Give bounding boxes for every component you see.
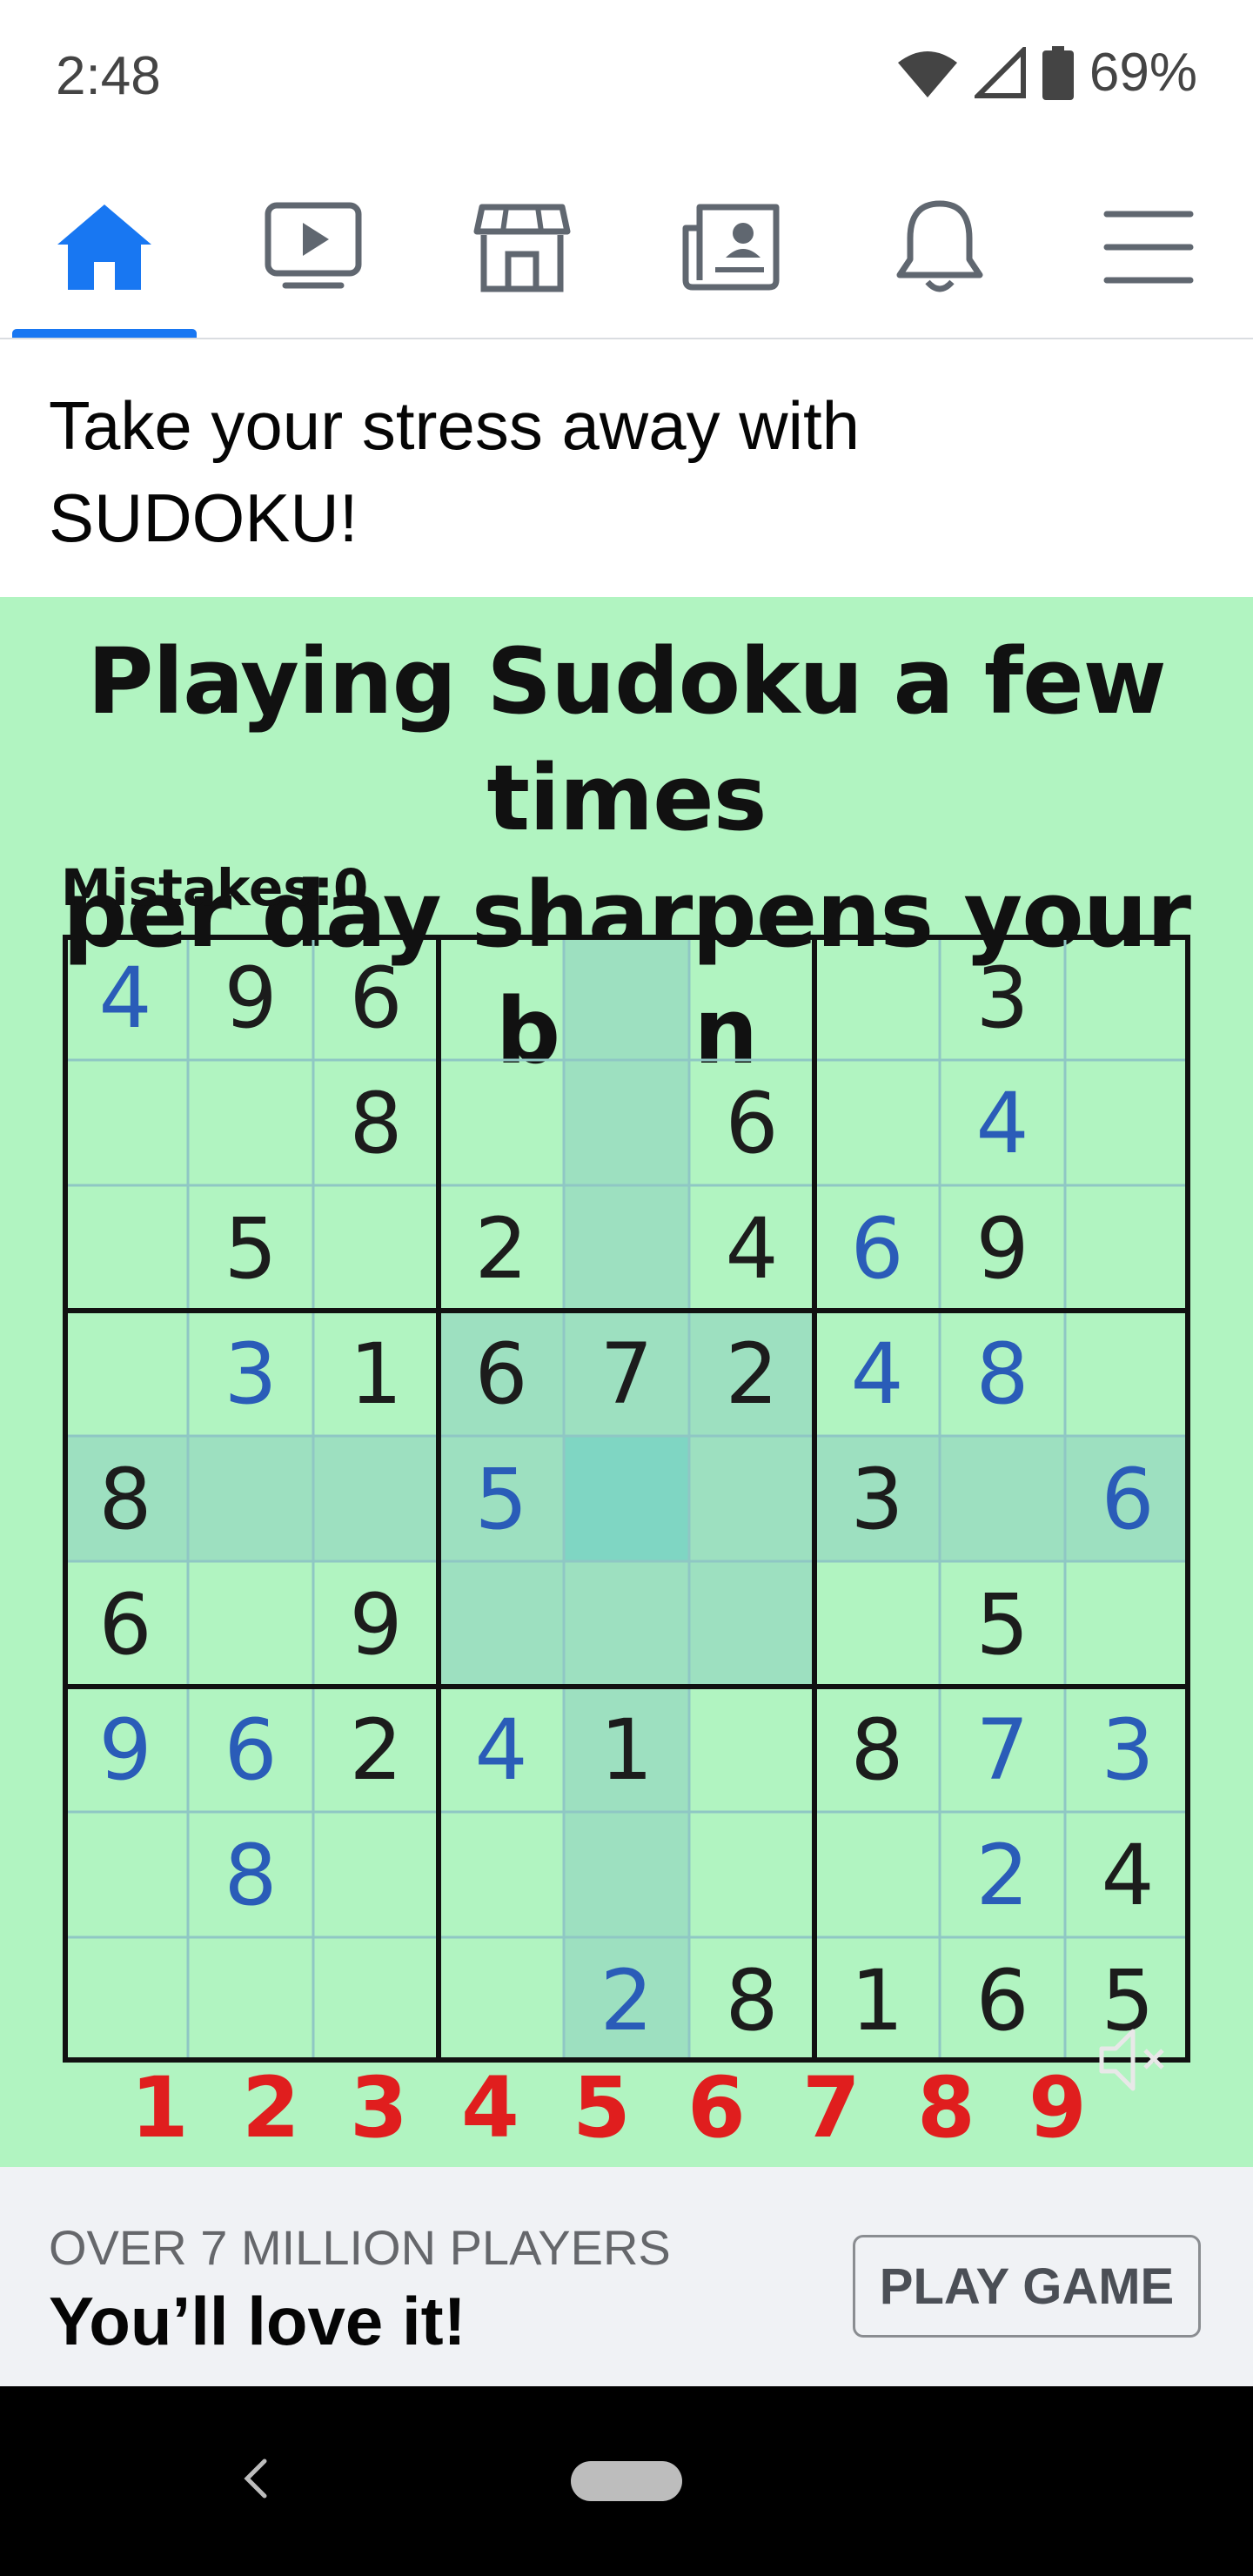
sudoku-cell[interactable]: 8 [98,1451,151,1548]
highlight-cell [940,1436,1065,1561]
cta-subtitle: OVER 7 MILLION PLAYERS [49,2220,671,2275]
sudoku-cell[interactable]: 5 [224,1200,277,1298]
sudoku-cell[interactable]: 6 [349,949,402,1047]
ad-image[interactable]: Playing Sudoku a few times per day sharp… [0,597,1253,2167]
sudoku-cell[interactable]: 6 [474,1325,527,1423]
sudoku-cell[interactable]: 6 [850,1200,903,1298]
sudoku-cell[interactable]: 5 [975,1576,1029,1674]
sudoku-cell[interactable]: 8 [224,1827,277,1924]
highlight-cell [439,1561,564,1687]
highlight-cell [564,935,689,1060]
sudoku-cell[interactable]: 2 [349,1701,402,1799]
number-key-1[interactable]: 1 [131,2059,189,2157]
sudoku-cell[interactable]: 6 [1101,1451,1154,1548]
number-key-5[interactable]: 5 [573,2059,631,2157]
tab-marketplace[interactable] [418,157,626,338]
sudoku-cell[interactable]: 9 [224,949,277,1047]
ad-headline-line1: Playing Sudoku a few times [87,628,1166,851]
sudoku-cell[interactable]: 1 [850,1952,903,2049]
sudoku-cell[interactable]: 6 [98,1576,151,1674]
number-key-9[interactable]: 9 [1029,2059,1087,2157]
battery-icon [1042,45,1074,100]
sudoku-cell[interactable]: 7 [600,1325,653,1423]
highlight-cell [564,1060,689,1185]
mute-icon[interactable] [1095,2021,1173,2099]
battery-percent: 69% [1089,43,1197,103]
menu-icon [1103,211,1194,284]
highlight-cell [564,1561,689,1687]
sudoku-cell[interactable]: 2 [725,1325,778,1423]
sudoku-cell[interactable]: 3 [850,1451,903,1548]
highlight-cell [188,1436,313,1561]
tab-menu[interactable] [1044,157,1253,338]
number-key-2[interactable]: 2 [242,2059,300,2157]
highlight-cell [689,1561,814,1687]
sudoku-grid[interactable]: 4 9 6 38 6 45 2 4 6 93 1 6 7 2 4 88 5 3 66 9 59 6 2 4 1 8 7 38 2 42 8 1… [63,935,1190,2063]
back-icon[interactable] [242,2458,270,2499]
ad-cta-bar: OVER 7 MILLION PLAYERS You’ll love it! P… [0,2167,1253,2386]
sudoku-cell[interactable]: 9 [349,1576,402,1674]
highlight-cell [564,1185,689,1311]
video-icon [265,202,362,289]
sudoku-cell[interactable]: 4 [850,1325,903,1423]
play-game-button[interactable]: PLAY GAME [853,2235,1201,2338]
highlight-cell [564,1436,689,1561]
sudoku-cell[interactable]: 2 [474,1200,527,1298]
sudoku-cell[interactable]: 5 [474,1451,527,1548]
news-icon [682,204,780,291]
sudoku-cell[interactable]: 1 [349,1325,402,1423]
number-key-4[interactable]: 4 [461,2059,519,2157]
sudoku-cell[interactable]: 3 [224,1325,277,1423]
sudoku-cell[interactable]: 3 [1101,1701,1154,1799]
number-keys: 123456789 [131,2059,1131,2157]
highlight-cell [564,1812,689,1937]
number-key-3[interactable]: 3 [350,2059,408,2157]
home-icon [57,205,151,290]
sudoku-cell[interactable]: 4 [725,1200,778,1298]
home-pill[interactable] [571,2461,682,2501]
sudoku-cell[interactable]: 9 [975,1200,1029,1298]
sudoku-cell[interactable]: 1 [600,1701,653,1799]
sudoku-cell[interactable]: 8 [975,1325,1029,1423]
active-tab-indicator [12,329,197,338]
sudoku-cell[interactable]: 8 [725,1952,778,2049]
cta-title: You’ll love it! [49,2283,466,2359]
top-nav-bar [0,157,1253,339]
sudoku-cell[interactable]: 2 [975,1827,1029,1924]
mistakes-counter: Mistakes:0 [61,858,369,917]
sudoku-cell[interactable]: 8 [850,1701,903,1799]
sudoku-cell[interactable]: 7 [975,1701,1029,1799]
sudoku-cell[interactable]: 4 [975,1075,1029,1172]
status-time: 2:48 [56,46,161,106]
sudoku-cell[interactable]: 4 [98,949,151,1047]
tab-home[interactable] [0,157,209,338]
status-icons: 69% [896,42,1197,104]
number-key-8[interactable]: 8 [917,2059,975,2157]
number-key-6[interactable]: 6 [687,2059,746,2157]
highlight-cell [313,1436,439,1561]
sudoku-cell[interactable]: 8 [349,1075,402,1172]
number-key-7[interactable]: 7 [802,2059,861,2157]
tab-watch[interactable] [209,157,418,338]
highlight-cell [689,1436,814,1561]
tab-news[interactable] [626,157,835,338]
sudoku-cell[interactable]: 6 [975,1952,1029,2049]
tab-notifications[interactable] [835,157,1044,338]
bell-icon [896,200,983,292]
status-bar: 2:48 69% [0,0,1253,157]
sudoku-cell[interactable]: 4 [1101,1827,1154,1924]
post-text: Take your stress away with SUDOKU! [49,387,861,556]
sudoku-cell[interactable]: 4 [474,1701,527,1799]
system-nav-bar [0,2386,1253,2576]
sudoku-cell[interactable]: 2 [600,1952,653,2049]
sudoku-cell[interactable]: 6 [725,1075,778,1172]
sudoku-cell[interactable]: 6 [224,1701,277,1799]
signal-icon [974,46,1026,98]
sudoku-cell[interactable]: 3 [975,949,1029,1047]
wifi-icon [897,50,957,97]
sudoku-cell[interactable]: 9 [98,1701,151,1799]
marketplace-icon [473,204,571,292]
